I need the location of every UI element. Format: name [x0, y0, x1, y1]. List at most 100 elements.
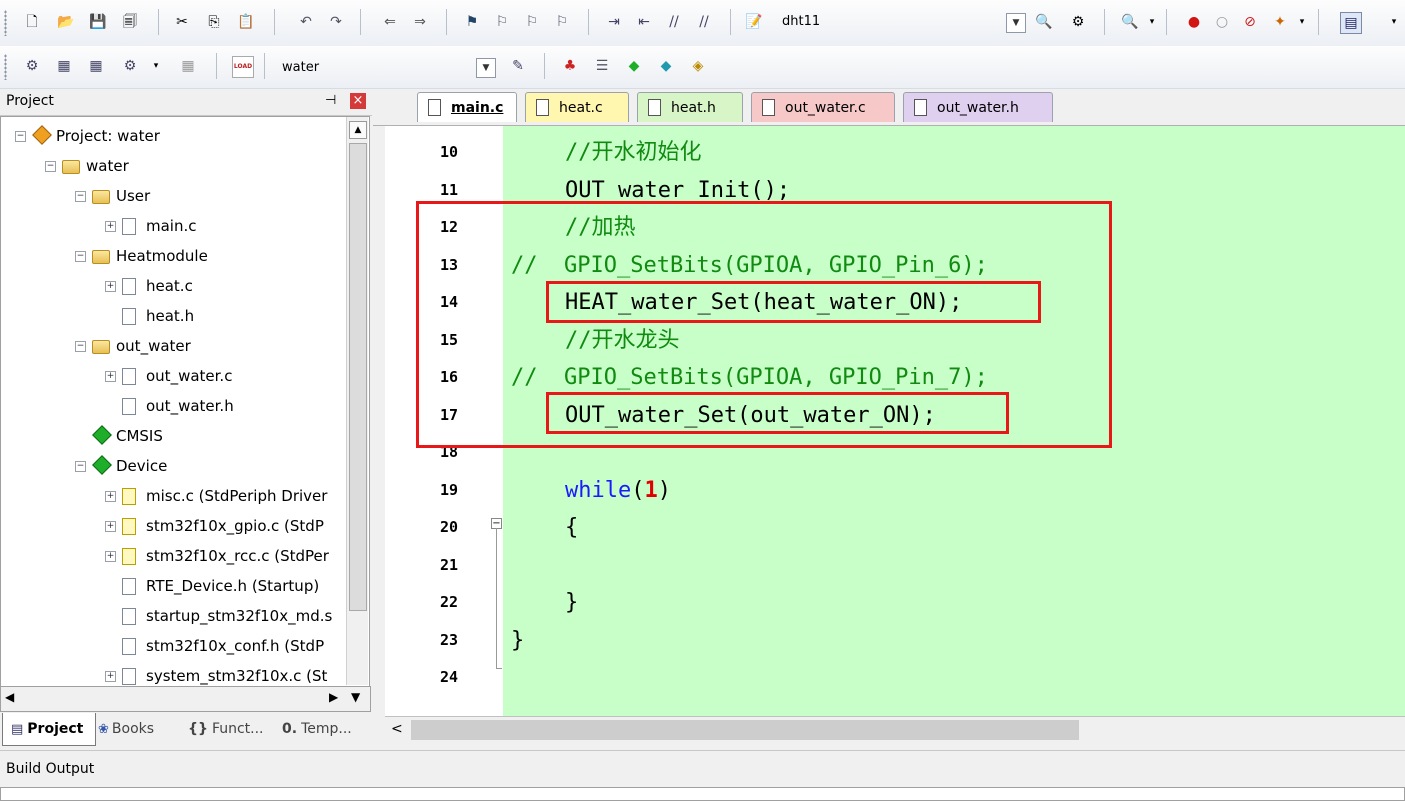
collapse-icon[interactable]: − [75, 190, 86, 202]
rebuild-icon[interactable]: ▦ [86, 56, 106, 76]
tree-item[interactable]: CMSIS [75, 421, 163, 451]
select-packs-icon[interactable]: ☰ [592, 56, 612, 76]
pin-icon[interactable]: ⊣ [325, 93, 336, 108]
manage-project-items-icon[interactable]: ♣ [560, 56, 580, 76]
tree-item[interactable]: + out_water.c [105, 361, 232, 391]
collapse-icon[interactable]: − [45, 160, 56, 172]
pack-installer-icon[interactable]: ◆ [656, 56, 676, 76]
scroll-down-arrow-icon[interactable]: ▼ [351, 690, 360, 704]
batch-build-icon[interactable]: ⚙ [120, 56, 140, 76]
tree-item[interactable]: − out_water [75, 331, 191, 361]
toolbar-grip[interactable] [4, 54, 7, 80]
tree-item[interactable]: + main.c [105, 211, 197, 241]
multi-project-icon[interactable]: ◈ [688, 56, 708, 76]
code-line[interactable]: //开水初始化 [565, 134, 702, 171]
find-in-files-icon[interactable]: 📝 [744, 12, 764, 32]
open-file-icon[interactable]: 📂 [56, 12, 76, 32]
expand-icon[interactable]: + [105, 550, 116, 562]
breakpoint-disable-all-icon[interactable]: ⊘ [1240, 12, 1260, 32]
batch-build-dropdown-icon[interactable]: ▾ [146, 56, 166, 76]
tab-heat-h[interactable]: heat.h [637, 92, 743, 122]
tree-item[interactable]: − Device [75, 451, 167, 481]
breakpoint-kill-all-icon[interactable]: ✦ [1270, 12, 1290, 32]
project-tree[interactable]: − Project: water − water − User + main.c − Heatmo… [0, 116, 370, 688]
new-file-icon[interactable]: 🗋 [22, 12, 42, 32]
tree-item[interactable]: + heat.c [105, 271, 193, 301]
save-icon[interactable]: 💾 [88, 12, 108, 32]
expand-icon[interactable]: + [105, 520, 116, 532]
stop-build-icon[interactable]: ▦ [178, 56, 198, 76]
breakpoint-insert-icon[interactable]: ● [1184, 12, 1204, 32]
code-line[interactable]: } [511, 622, 524, 659]
expand-icon[interactable]: + [105, 220, 116, 232]
target-options-icon[interactable]: ✎ [508, 56, 528, 76]
tab-out-water-h[interactable]: out_water.h [903, 92, 1053, 122]
expand-icon[interactable]: + [105, 370, 116, 382]
paste-icon[interactable]: 📋 [236, 12, 256, 32]
tree-item[interactable]: − water [45, 151, 129, 181]
comment-icon[interactable]: // [664, 12, 684, 32]
navigate-back-icon[interactable]: ⇐ [380, 12, 400, 32]
code-line[interactable]: while(1) [565, 472, 671, 509]
manage-rte-icon[interactable]: ◆ [624, 56, 644, 76]
translate-icon[interactable]: ⚙ [22, 56, 42, 76]
bookmark-clear-icon[interactable]: ⚐ [552, 12, 572, 32]
window-layout-icon[interactable]: ▤ [1340, 12, 1362, 34]
close-panel-icon[interactable]: × [350, 93, 366, 109]
expand-icon[interactable]: + [105, 670, 116, 682]
breakpoint-enable-icon[interactable]: ○ [1212, 12, 1232, 32]
collapse-icon[interactable]: − [75, 460, 86, 472]
incremental-find-icon[interactable]: 🔍 [1034, 12, 1054, 32]
target-select-dropdown[interactable]: ▼ [476, 58, 496, 78]
project-tree-vertical-scrollbar[interactable]: ▲ [346, 117, 368, 685]
tree-item[interactable]: heat.h [105, 301, 194, 331]
undo-icon[interactable]: ↶ [296, 12, 316, 32]
toolbar-grip[interactable] [4, 10, 7, 36]
tab-functions[interactable]: {} Funct... [188, 713, 276, 745]
tree-item[interactable]: − User [75, 181, 150, 211]
indent-icon[interactable]: ⇥ [604, 12, 624, 32]
breakpoint-dropdown-icon[interactable]: ▾ [1292, 12, 1312, 32]
tab-main-c[interactable]: main.c [417, 92, 517, 122]
collapse-icon[interactable]: − [75, 340, 86, 352]
build-icon[interactable]: ▦ [54, 56, 74, 76]
scroll-up-arrow-icon[interactable]: ▲ [349, 121, 367, 139]
tree-item[interactable]: + stm32f10x_rcc.c (StdPer [105, 541, 329, 571]
tree-item[interactable]: − Project: water [15, 121, 160, 151]
scroll-thumb[interactable] [349, 143, 367, 611]
tree-item[interactable]: + misc.c (StdPeriph Driver [105, 481, 327, 511]
tree-item[interactable]: startup_stm32f10x_md.s [105, 601, 332, 631]
expand-icon[interactable]: + [105, 490, 116, 502]
download-load-icon[interactable]: LOAD [232, 56, 254, 78]
project-tree-horizontal-scrollbar[interactable]: ◀ ▶ ▼ [0, 686, 371, 712]
tree-item[interactable]: + system_stm32f10x.c (St [105, 661, 327, 687]
code-editor[interactable]: 10 11 12 13 14 15 16 17 18 19 20 21 22 23 24 //开水初始化 OU… [385, 126, 1405, 716]
code-line[interactable]: } [565, 584, 578, 621]
tab-out-water-c[interactable]: out_water.c [751, 92, 895, 122]
cut-icon[interactable]: ✂ [172, 12, 192, 32]
tree-item[interactable]: − Heatmodule [75, 241, 208, 271]
copy-icon[interactable]: ⎘ [204, 12, 224, 32]
target-dropdown-button[interactable]: ▼ [1006, 13, 1026, 33]
expand-icon[interactable]: + [105, 280, 116, 292]
collapse-icon[interactable]: − [15, 130, 26, 142]
bookmark-insert-icon[interactable]: ⚑ [462, 12, 482, 32]
tree-item[interactable]: + stm32f10x_gpio.c (StdP [105, 511, 324, 541]
tree-item[interactable]: RTE_Device.h (Startup) [105, 571, 319, 601]
tab-project[interactable]: ▤ Project [2, 713, 96, 746]
uncomment-icon[interactable]: // [694, 12, 714, 32]
tab-heat-c[interactable]: heat.c [525, 92, 629, 122]
scroll-right-arrow-icon[interactable]: ▶ [329, 690, 338, 704]
unindent-icon[interactable]: ⇤ [634, 12, 654, 32]
editor-horizontal-scrollbar[interactable]: < [385, 716, 1405, 745]
save-all-icon[interactable]: 🗐 [120, 12, 140, 32]
bookmark-next-icon[interactable]: ⚐ [522, 12, 542, 32]
bookmark-prev-icon[interactable]: ⚐ [492, 12, 512, 32]
tree-item[interactable]: stm32f10x_conf.h (StdP [105, 631, 324, 661]
window-layout-dropdown-icon[interactable]: ▾ [1384, 12, 1404, 32]
tab-books[interactable]: ❀ Books [98, 713, 178, 745]
scroll-left-arrow-icon[interactable]: < [391, 721, 403, 737]
navigate-forward-icon[interactable]: ⇒ [410, 12, 430, 32]
code-line[interactable]: { [565, 509, 578, 546]
scroll-thumb[interactable] [411, 720, 1079, 740]
